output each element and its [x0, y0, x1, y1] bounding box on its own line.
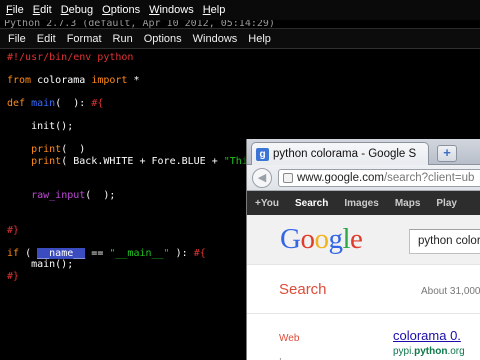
code-token: main	[31, 98, 56, 109]
result-title-link[interactable]: colorama 0.	[393, 328, 461, 343]
code-line[interactable]	[7, 110, 480, 122]
gbar-play-link[interactable]: Play	[436, 198, 457, 209]
code-token: init();	[7, 121, 74, 132]
editor-menu-options[interactable]: Options	[144, 33, 182, 45]
shell-menu-options[interactable]: Options	[102, 4, 140, 16]
gbar-you-link[interactable]: +You	[255, 198, 279, 209]
shell-menu-help[interactable]: Help	[203, 4, 226, 16]
code-token: print	[31, 144, 62, 155]
code-line[interactable]	[7, 87, 480, 99]
back-button[interactable]: ◀	[252, 168, 272, 188]
desktop-screen: File Edit Debug Options Windows Help Pyt…	[0, 0, 480, 360]
url-text: www.google.com/search?client=ub	[297, 172, 474, 184]
editor-menu-run[interactable]: Run	[113, 33, 133, 45]
search-heading: Search	[279, 281, 327, 298]
gbar-search-link[interactable]: Search	[295, 198, 328, 209]
code-token: ( ):	[55, 98, 92, 109]
shell-menu-debug[interactable]: Debug	[61, 4, 93, 16]
gbar-maps-link[interactable]: Maps	[395, 198, 421, 209]
browser-tab-strip: g python colorama - Google S +	[247, 139, 480, 165]
code-token: ( Back.WHITE + Fore.BLUE +	[61, 155, 224, 167]
code-line[interactable]: #!/usr/bin/env python	[7, 52, 480, 64]
search-input[interactable]: python colora	[409, 229, 480, 254]
editor-menu-edit[interactable]: Edit	[37, 33, 56, 45]
editor-menubar: File Edit Format Run Options Windows Hel…	[0, 29, 480, 49]
code-line[interactable]	[7, 64, 480, 76]
code-token: print	[31, 155, 62, 167]
editor-menu-file[interactable]: File	[8, 33, 26, 45]
gbar-images-link[interactable]: Images	[344, 198, 378, 209]
url-host: www.google.com	[297, 172, 384, 184]
code-token: ==	[85, 247, 110, 259]
code-token: #}	[7, 224, 20, 236]
code-token: ):	[169, 247, 194, 259]
google-search-header: Google python colora	[247, 215, 480, 265]
editor-menu-windows[interactable]: Windows	[193, 33, 238, 45]
google-logo[interactable]: Google	[280, 223, 363, 255]
code-token: (	[19, 247, 38, 259]
editor-menu-format[interactable]: Format	[67, 33, 102, 45]
code-token: colorama	[31, 75, 92, 86]
code-token: #}	[7, 270, 20, 282]
code-token: raw_input	[31, 190, 86, 201]
results-body: Web I colorama 0. pypi.python.org	[247, 315, 480, 360]
google-top-bar: +You Search Images Maps Play	[247, 191, 480, 215]
code-token: __name__	[37, 247, 86, 259]
code-token: def	[7, 98, 26, 109]
code-token: from	[7, 75, 32, 86]
address-bar[interactable]: www.google.com/search?client=ub	[278, 169, 480, 187]
code-token: *	[127, 75, 140, 86]
editor-menu-help[interactable]: Help	[248, 33, 271, 45]
tab-title: python colorama - Google S	[273, 148, 417, 160]
globe-icon	[283, 173, 293, 183]
code-token: #{	[91, 98, 104, 109]
web-filter-link[interactable]: Web	[279, 333, 299, 344]
url-path: /search?client=ub	[383, 172, 475, 184]
code-token: #{	[193, 247, 206, 259]
shell-menu-windows[interactable]: Windows	[149, 4, 194, 16]
shell-menu-file[interactable]: File	[6, 4, 24, 16]
browser-window: g python colorama - Google S + ◀ www.goo…	[246, 139, 480, 360]
code-line[interactable]: def main( ): #{	[7, 98, 480, 110]
result-url: pypi.python.org	[393, 346, 465, 357]
results-count: About 31,000	[421, 286, 480, 297]
code-token: if	[7, 247, 20, 259]
code-line[interactable]: from colorama import *	[7, 75, 480, 87]
shell-menu-edit[interactable]: Edit	[33, 4, 52, 16]
browser-nav-bar: ◀ www.google.com/search?client=ub	[247, 165, 480, 191]
code-token: main();	[7, 259, 74, 270]
code-token: "__main__"	[109, 247, 170, 259]
code-token: ( )	[61, 144, 86, 155]
code-token: #!/usr/bin/env python	[7, 52, 134, 63]
browser-tab[interactable]: g python colorama - Google S	[251, 142, 429, 165]
code-line[interactable]: init();	[7, 121, 480, 133]
code-token: import	[91, 75, 128, 86]
new-tab-button[interactable]: +	[437, 145, 457, 162]
code-token: ( );	[85, 190, 116, 201]
shell-menubar: File Edit Debug Options Windows Help	[0, 0, 480, 20]
google-g-icon: g	[256, 147, 269, 161]
results-header: Search About 31,000	[247, 266, 480, 314]
